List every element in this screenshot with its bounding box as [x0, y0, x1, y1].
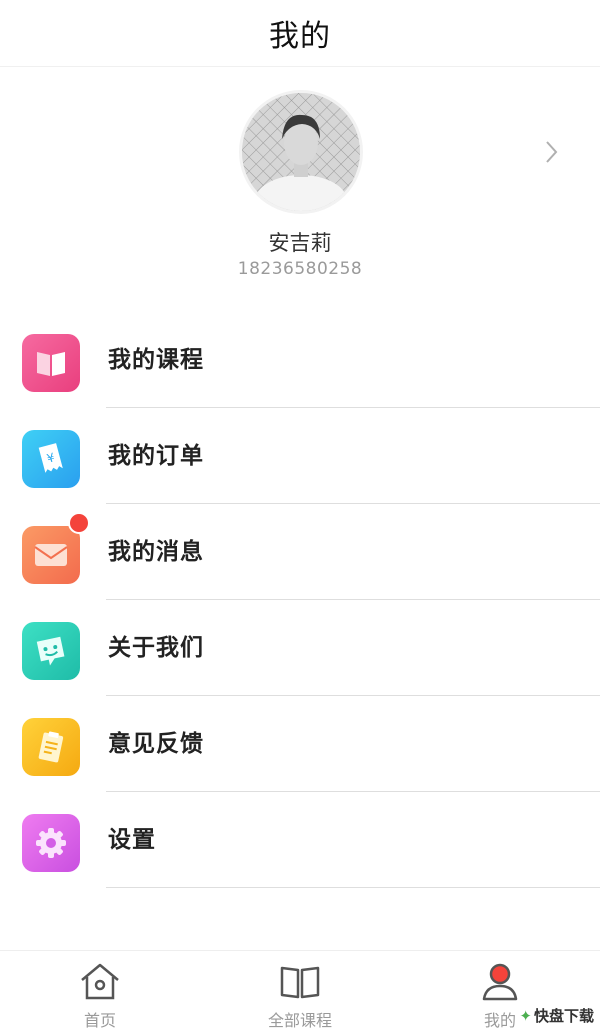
divider — [106, 887, 600, 888]
watermark-text: 快盘下载 — [533, 1007, 594, 1025]
menu-item-about-us[interactable]: 关于我们 — [0, 600, 600, 696]
notification-badge — [68, 512, 90, 534]
tab-home[interactable]: 首页 — [0, 951, 200, 1032]
tab-all-courses[interactable]: 全部课程 — [200, 951, 400, 1032]
gear-icon — [22, 814, 80, 872]
watermark-icon: ✦ — [519, 1006, 532, 1025]
menu-item-label: 我的课程 — [108, 347, 204, 373]
menu-item-label: 关于我们 — [108, 635, 204, 661]
page-title: 我的 — [269, 19, 331, 54]
menu-item-settings[interactable]: 设置 — [0, 792, 600, 888]
avatar-image — [242, 93, 360, 211]
watermark-logo: ✦ 快盘下载 — [519, 1005, 594, 1026]
menu-item-label: 设置 — [108, 827, 156, 853]
menu-list: 我的课程 ¥ 我的订单 我的消息 关于我们 意见反馈 设置 — [0, 312, 600, 888]
tab-bar: 首页 全部课程 我的 ✦ 快盘下载 — [0, 950, 600, 1032]
book-outline-icon — [280, 966, 320, 999]
receipt-icon: ¥ — [22, 430, 80, 488]
book-icon — [22, 334, 80, 392]
menu-item-label: 我的订单 — [108, 443, 204, 469]
tab-label: 全部课程 — [267, 1011, 332, 1030]
user-icon — [482, 963, 518, 1001]
clipboard-icon — [22, 718, 80, 776]
envelope-icon — [22, 526, 80, 584]
tab-label: 首页 — [83, 1011, 116, 1030]
profile-name: 安吉莉 — [268, 231, 332, 255]
avatar[interactable] — [242, 93, 360, 211]
profile-card[interactable]: 安吉莉 18236580258 — [0, 67, 600, 299]
smiley-chat-icon — [22, 622, 80, 680]
menu-item-feedback[interactable]: 意见反馈 — [0, 696, 600, 792]
chevron-right-icon[interactable] — [540, 135, 562, 169]
menu-item-label: 意见反馈 — [108, 731, 204, 757]
menu-item-my-orders[interactable]: ¥ 我的订单 — [0, 408, 600, 504]
home-icon — [81, 963, 119, 1000]
page-header: 我的 — [0, 0, 600, 67]
menu-item-label: 我的消息 — [108, 539, 204, 565]
menu-item-my-messages[interactable]: 我的消息 — [0, 504, 600, 600]
menu-item-my-courses[interactable]: 我的课程 — [0, 312, 600, 408]
profile-phone: 18236580258 — [237, 259, 363, 279]
